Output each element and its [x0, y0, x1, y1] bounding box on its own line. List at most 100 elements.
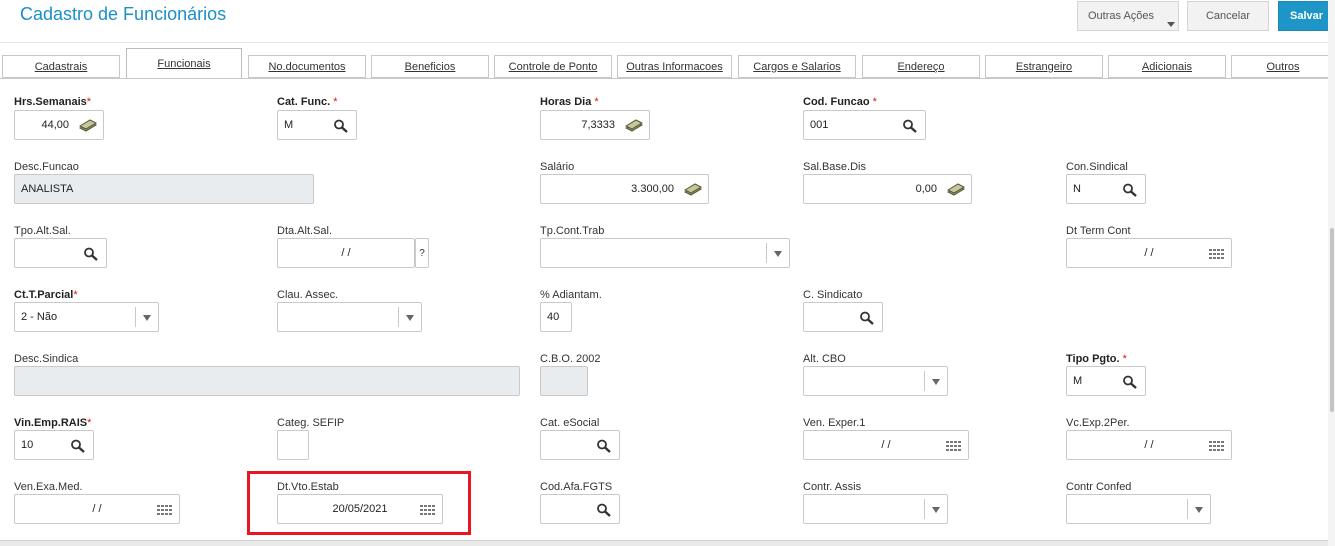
chevron-down-icon[interactable]	[932, 379, 940, 385]
select-divider	[924, 371, 925, 391]
select-divider	[924, 499, 925, 519]
clau-assec-select[interactable]	[277, 302, 422, 332]
desc-sindica-input[interactable]	[14, 366, 520, 396]
vc-exp-2per-label: Vc.Exp.2Per.	[1066, 417, 1130, 429]
pct-adiantam-input[interactable]: 40	[540, 302, 572, 332]
help-button[interactable]: ?	[415, 238, 429, 268]
ven-exa-med-value: / /	[92, 503, 102, 515]
desc-funcao-input[interactable]: ANALISTA	[14, 174, 314, 204]
ct-t-parcial-select[interactable]: 2 - Não	[14, 302, 159, 332]
cancel-button[interactable]: Cancelar	[1187, 1, 1269, 31]
ven-exper-1-label: Ven. Exper.1	[803, 417, 866, 429]
calendar-icon[interactable]	[1208, 439, 1224, 453]
sal-base-dis-input[interactable]: 0,00	[803, 174, 972, 204]
salario-value: 3.300,00	[631, 183, 674, 195]
scrollbar-thumb[interactable]	[1330, 228, 1334, 412]
tab-adicionais[interactable]: Adicionais	[1108, 55, 1226, 78]
search-icon[interactable]	[859, 311, 875, 325]
tab-controle-de-ponto[interactable]: Controle de Ponto	[494, 55, 612, 78]
chevron-down-icon[interactable]	[143, 315, 151, 321]
horas-dia-label: Horas Dia *	[540, 96, 599, 108]
c-sindicato-input[interactable]	[803, 302, 883, 332]
pct-adiantam-value: 40	[547, 311, 560, 323]
page-title: Cadastro de Funcionários	[20, 4, 227, 24]
cod-afa-fgts-input[interactable]	[540, 494, 620, 524]
dta-alt-sal-input[interactable]: / /	[277, 238, 415, 268]
hrs-semanais-label: Hrs.Semanais*	[14, 96, 92, 108]
vc-exp-2per-input[interactable]: / /	[1066, 430, 1232, 460]
cbo-2002-input[interactable]	[540, 366, 588, 396]
chevron-down-icon[interactable]	[406, 315, 414, 321]
cat-func-input[interactable]: M	[277, 110, 357, 140]
cat-esocial-input[interactable]	[540, 430, 620, 460]
save-button[interactable]: Salvar	[1278, 1, 1335, 31]
contr-assis-select[interactable]	[803, 494, 948, 524]
calendar-icon[interactable]	[156, 503, 172, 517]
vin-emp-rais-value: 10	[21, 439, 34, 451]
search-icon[interactable]	[902, 119, 918, 133]
desc-funcao-label: Desc.Funcao	[14, 161, 79, 173]
horas-dia-input[interactable]: 7,3333	[540, 110, 650, 140]
salario-input[interactable]: 3.300,00	[540, 174, 709, 204]
tab-cadastrais[interactable]: Cadastrais	[2, 55, 120, 78]
calendar-icon[interactable]	[1208, 247, 1224, 261]
tab-outros[interactable]: Outros	[1231, 55, 1335, 78]
chevron-down-icon[interactable]	[774, 251, 782, 257]
vin-emp-rais-input[interactable]: 10	[14, 430, 94, 460]
alt-cbo-select[interactable]	[803, 366, 948, 396]
salario-label: Salário	[540, 161, 575, 173]
tab-beneficios[interactable]: Beneficios	[371, 55, 489, 78]
tpo-alt-sal-input[interactable]	[14, 238, 107, 268]
more-actions-button[interactable]: Outras Ações	[1077, 1, 1179, 31]
search-icon[interactable]	[1122, 375, 1138, 389]
contr-confed-select[interactable]	[1066, 494, 1211, 524]
chevron-down-icon[interactable]	[1195, 507, 1203, 513]
chevron-down-icon	[1167, 22, 1175, 27]
horas-dia-value: 7,3333	[581, 119, 615, 131]
tab-estrangeiro[interactable]: Estrangeiro	[985, 55, 1103, 78]
con-sindical-value: N	[1073, 183, 1081, 195]
chevron-down-icon[interactable]	[932, 507, 940, 513]
select-divider	[135, 307, 136, 327]
con-sindical-input[interactable]: N	[1066, 174, 1146, 204]
categ-sefip-input[interactable]	[277, 430, 309, 460]
search-icon[interactable]	[70, 439, 86, 453]
money-icon[interactable]	[683, 183, 703, 197]
search-icon[interactable]	[596, 503, 612, 517]
highlight-box	[247, 471, 471, 535]
hrs-semanais-input[interactable]: 44,00	[14, 110, 104, 140]
ven-exa-med-input[interactable]: / /	[14, 494, 180, 524]
cod-afa-fgts-label: Cod.Afa.FGTS	[540, 481, 613, 493]
contr-confed-label: Contr Confed	[1066, 481, 1132, 493]
hrs-semanais-value: 44,00	[41, 119, 69, 131]
ven-exa-med-label: Ven.Exa.Med.	[14, 481, 83, 493]
search-icon[interactable]	[83, 247, 99, 261]
cod-funcao-label: Cod. Funcao *	[803, 96, 877, 108]
tipo-pgto-input[interactable]: M	[1066, 366, 1146, 396]
dta-alt-sal-value: / /	[341, 247, 351, 259]
dt-term-cont-input[interactable]: / /	[1066, 238, 1232, 268]
desc-sindica-label: Desc.Sindica	[14, 353, 79, 365]
search-icon[interactable]	[333, 119, 349, 133]
cod-funcao-input[interactable]: 001	[803, 110, 926, 140]
money-icon[interactable]	[946, 183, 966, 197]
cod-funcao-value: 001	[810, 119, 829, 131]
sal-base-dis-label: Sal.Base.Dis	[803, 161, 866, 173]
tp-cont-trab-select[interactable]	[540, 238, 790, 268]
search-icon[interactable]	[1122, 183, 1138, 197]
tipo-pgto-label: Tipo Pgto. *	[1066, 353, 1127, 365]
search-icon[interactable]	[596, 439, 612, 453]
tab-cargos-e-salarios[interactable]: Cargos e Salarios	[738, 55, 856, 78]
money-icon[interactable]	[78, 119, 98, 133]
tab-no-documentos[interactable]: No.documentos	[248, 55, 366, 78]
dta-alt-sal-label: Dta.Alt.Sal.	[277, 225, 333, 237]
tab-outras-informacoes[interactable]: Outras Informacoes	[617, 55, 732, 78]
ven-exper-1-input[interactable]: / /	[803, 430, 969, 460]
bottom-scrollbar[interactable]	[0, 540, 1328, 546]
tab-endereco[interactable]: Endereço	[862, 55, 980, 78]
tab-funcionais[interactable]: Funcionais	[126, 48, 242, 78]
money-icon[interactable]	[624, 119, 644, 133]
calendar-icon[interactable]	[945, 439, 961, 453]
pct-adiantam-label: % Adiantam.	[540, 289, 602, 301]
ven-exper-1-value: / /	[881, 439, 891, 451]
